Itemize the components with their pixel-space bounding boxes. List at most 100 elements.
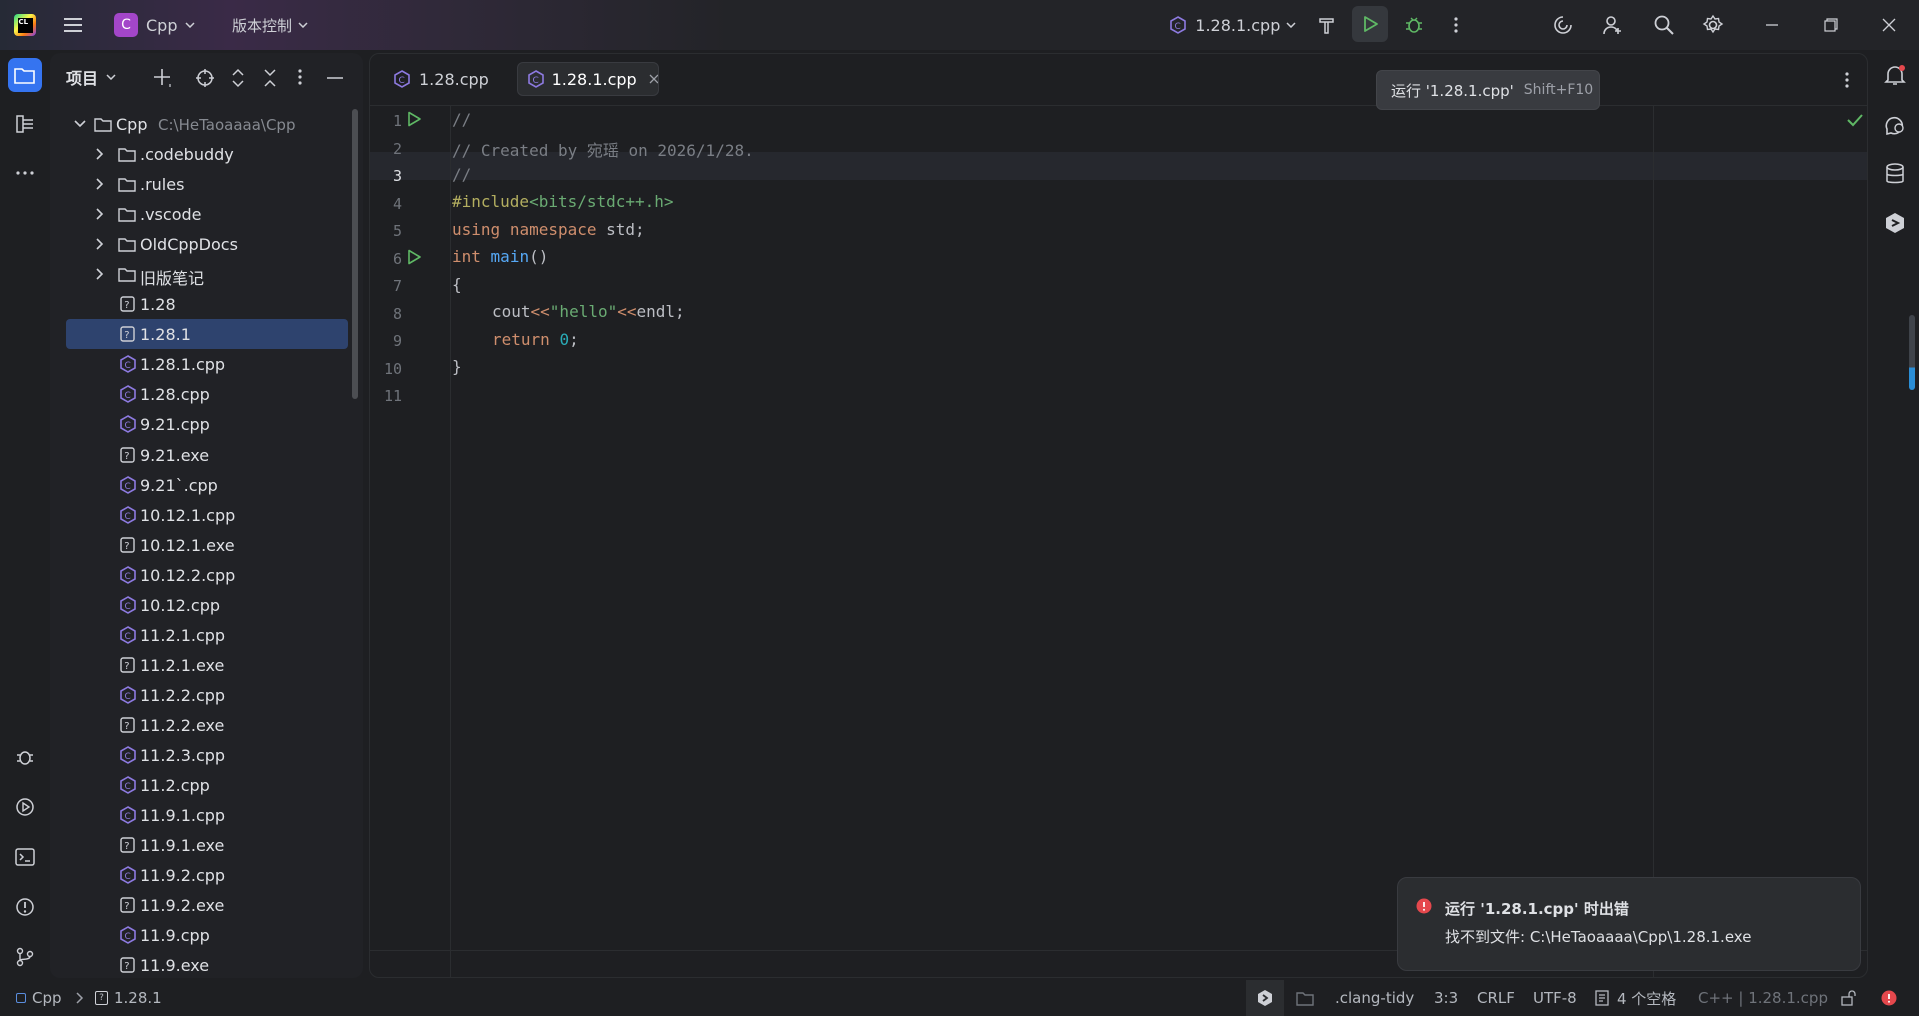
tab-1-28-1-cpp[interactable]: C 1.28.1.cpp <box>517 62 659 96</box>
tree-file[interactable]: C 10.12.cpp <box>66 590 348 620</box>
error-notification[interactable]: 运行 '1.28.1.cpp' 时出错 找不到文件: C:\HeTaoaaaa\… <box>1397 877 1861 971</box>
tree-file[interactable]: ? 11.9.2.exe <box>66 890 348 920</box>
tree-root[interactable]: Cpp C:\HeTaoaaaa\Cpp <box>66 109 348 139</box>
breadcrumb-file[interactable]: ? 1.28.1 <box>95 980 162 1016</box>
hide-panel-button[interactable] <box>326 68 344 88</box>
tree-file[interactable]: C 11.2.2.cpp <box>66 680 348 710</box>
chevron-right-icon[interactable] <box>94 178 106 190</box>
run-gutter-line-6[interactable] <box>406 249 422 265</box>
file-encoding[interactable]: UTF-8 <box>1533 980 1577 1016</box>
problems-tool-button[interactable] <box>8 890 42 924</box>
settings-button[interactable] <box>1699 0 1727 50</box>
line-number[interactable]: 11 <box>370 387 402 405</box>
plugin-status-button[interactable] <box>1246 980 1284 1016</box>
chevron-right-icon[interactable] <box>94 148 106 160</box>
app-logo[interactable]: CL <box>10 0 40 50</box>
code-line-7[interactable]: { <box>452 275 462 294</box>
database-button[interactable] <box>1885 163 1905 185</box>
tree-file[interactable]: C 10.12.2.cpp <box>66 560 348 590</box>
minimize-button[interactable] <box>1757 0 1787 50</box>
line-number[interactable]: 7 <box>370 277 402 295</box>
tree-file[interactable]: C 11.2.1.cpp <box>66 620 348 650</box>
code-line-5[interactable]: using namespace std; <box>452 220 645 239</box>
tree-folder[interactable]: .rules <box>66 169 348 199</box>
chevron-right-icon[interactable] <box>94 268 106 280</box>
structure-tool-button[interactable] <box>8 107 42 141</box>
debug-button[interactable] <box>1400 0 1428 50</box>
tree-file[interactable]: C 1.28.1.cpp <box>66 349 348 379</box>
chevron-right-icon[interactable] <box>94 238 106 250</box>
close-window-button[interactable] <box>1874 0 1904 50</box>
error-indicator[interactable] <box>1881 980 1897 1016</box>
tree-file[interactable]: ? 11.2.2.exe <box>66 710 348 740</box>
project-switcher[interactable]: C Cpp <box>114 0 204 50</box>
tree-file[interactable]: ? 1.28.1 <box>66 319 348 350</box>
new-file-button[interactable] <box>152 67 174 89</box>
ai-assistant-button[interactable] <box>1549 0 1577 50</box>
run-button[interactable] <box>1352 6 1388 42</box>
tree-folder[interactable]: .vscode <box>66 199 348 229</box>
line-number[interactable]: 3 <box>370 167 402 185</box>
tree-folder[interactable]: 旧版笔记 <box>66 259 348 289</box>
inspection-ok[interactable] <box>1847 113 1863 127</box>
tree-folder[interactable]: OldCppDocs <box>66 229 348 259</box>
line-number[interactable]: 10 <box>370 360 402 378</box>
tree-file[interactable]: ? 1.28 <box>66 289 348 319</box>
language-context[interactable]: C++ | 1.28.1.cpp <box>1698 980 1828 1016</box>
plugin-button[interactable] <box>1884 212 1906 234</box>
tree-file[interactable]: ? 11.9.1.exe <box>66 830 348 860</box>
folder-status-button[interactable] <box>1296 980 1314 1016</box>
tree-file[interactable]: ? 9.21.exe <box>66 440 348 470</box>
options-button[interactable] <box>297 68 303 86</box>
tree-file[interactable]: C 11.9.1.cpp <box>66 800 348 830</box>
tab-1-28-cpp[interactable]: C 1.28.cpp <box>384 62 494 96</box>
readonly-toggle[interactable] <box>1841 980 1857 1016</box>
code-line-4[interactable]: #include<bits/stdc++.h> <box>452 192 674 211</box>
tree-file[interactable]: C 11.2.cpp <box>66 770 348 800</box>
scroll-indicator[interactable] <box>1909 315 1915 390</box>
tree-file[interactable]: ? 11.2.1.exe <box>66 650 348 680</box>
tree-folder[interactable]: .codebuddy <box>66 139 348 169</box>
code-line-2[interactable]: // Created by 宛瑶 on 2026/1/28. <box>452 137 754 161</box>
code-line-9[interactable]: return 0; <box>492 330 579 349</box>
caret-position[interactable]: 3:3 <box>1434 980 1458 1016</box>
tree-scrollbar[interactable] <box>352 109 358 399</box>
collapse-all-button[interactable] <box>262 68 278 88</box>
git-tool-button[interactable] <box>8 940 42 974</box>
tree-file[interactable]: C 11.2.3.cpp <box>66 740 348 770</box>
tree-file[interactable]: C 11.9.cpp <box>66 920 348 950</box>
line-number[interactable]: 4 <box>370 195 402 213</box>
code-line-6[interactable]: int main() <box>452 247 548 266</box>
code-line-10[interactable]: } <box>452 357 462 376</box>
clang-tidy-status[interactable]: .clang-tidy <box>1335 980 1414 1016</box>
line-number[interactable]: 9 <box>370 332 402 350</box>
tree-file[interactable]: ? 11.9.exe <box>66 950 348 978</box>
ai-chat-button[interactable] <box>1884 114 1906 136</box>
vcs-menu[interactable]: 版本控制 <box>232 0 314 50</box>
locate-file-button[interactable] <box>195 68 215 88</box>
run-config-selector[interactable]: C 1.28.1.cpp <box>1168 0 1296 50</box>
project-view-selector[interactable]: 项目 <box>66 53 116 101</box>
run-gutter-line-1[interactable] <box>406 111 422 127</box>
line-number[interactable]: 1 <box>370 112 402 130</box>
terminal-tool-button[interactable] <box>8 840 42 874</box>
more-tools-button[interactable] <box>8 156 42 190</box>
line-number[interactable]: 2 <box>370 140 402 158</box>
tree-file[interactable]: C 9.21`.cpp <box>66 470 348 500</box>
main-menu-button[interactable] <box>58 0 88 50</box>
tree-file[interactable]: C 10.12.1.cpp <box>66 500 348 530</box>
debug-tool-button[interactable] <box>8 740 42 774</box>
build-button[interactable] <box>1313 0 1341 50</box>
line-separator[interactable]: CRLF <box>1477 980 1515 1016</box>
tree-file[interactable]: C 9.21.cpp <box>66 409 348 439</box>
chevron-right-icon[interactable] <box>94 208 106 220</box>
code-line-3[interactable]: // <box>452 165 471 184</box>
services-tool-button[interactable] <box>8 790 42 824</box>
expand-all-button[interactable] <box>230 68 246 88</box>
indent-setting[interactable]: 4 个空格 <box>1595 980 1676 1016</box>
notifications-button[interactable] <box>1884 64 1906 86</box>
project-tool-button[interactable] <box>8 58 42 92</box>
search-button[interactable] <box>1650 0 1678 50</box>
line-number[interactable]: 5 <box>370 222 402 240</box>
code-line-8[interactable]: cout<<"hello"<<endl; <box>492 302 685 321</box>
